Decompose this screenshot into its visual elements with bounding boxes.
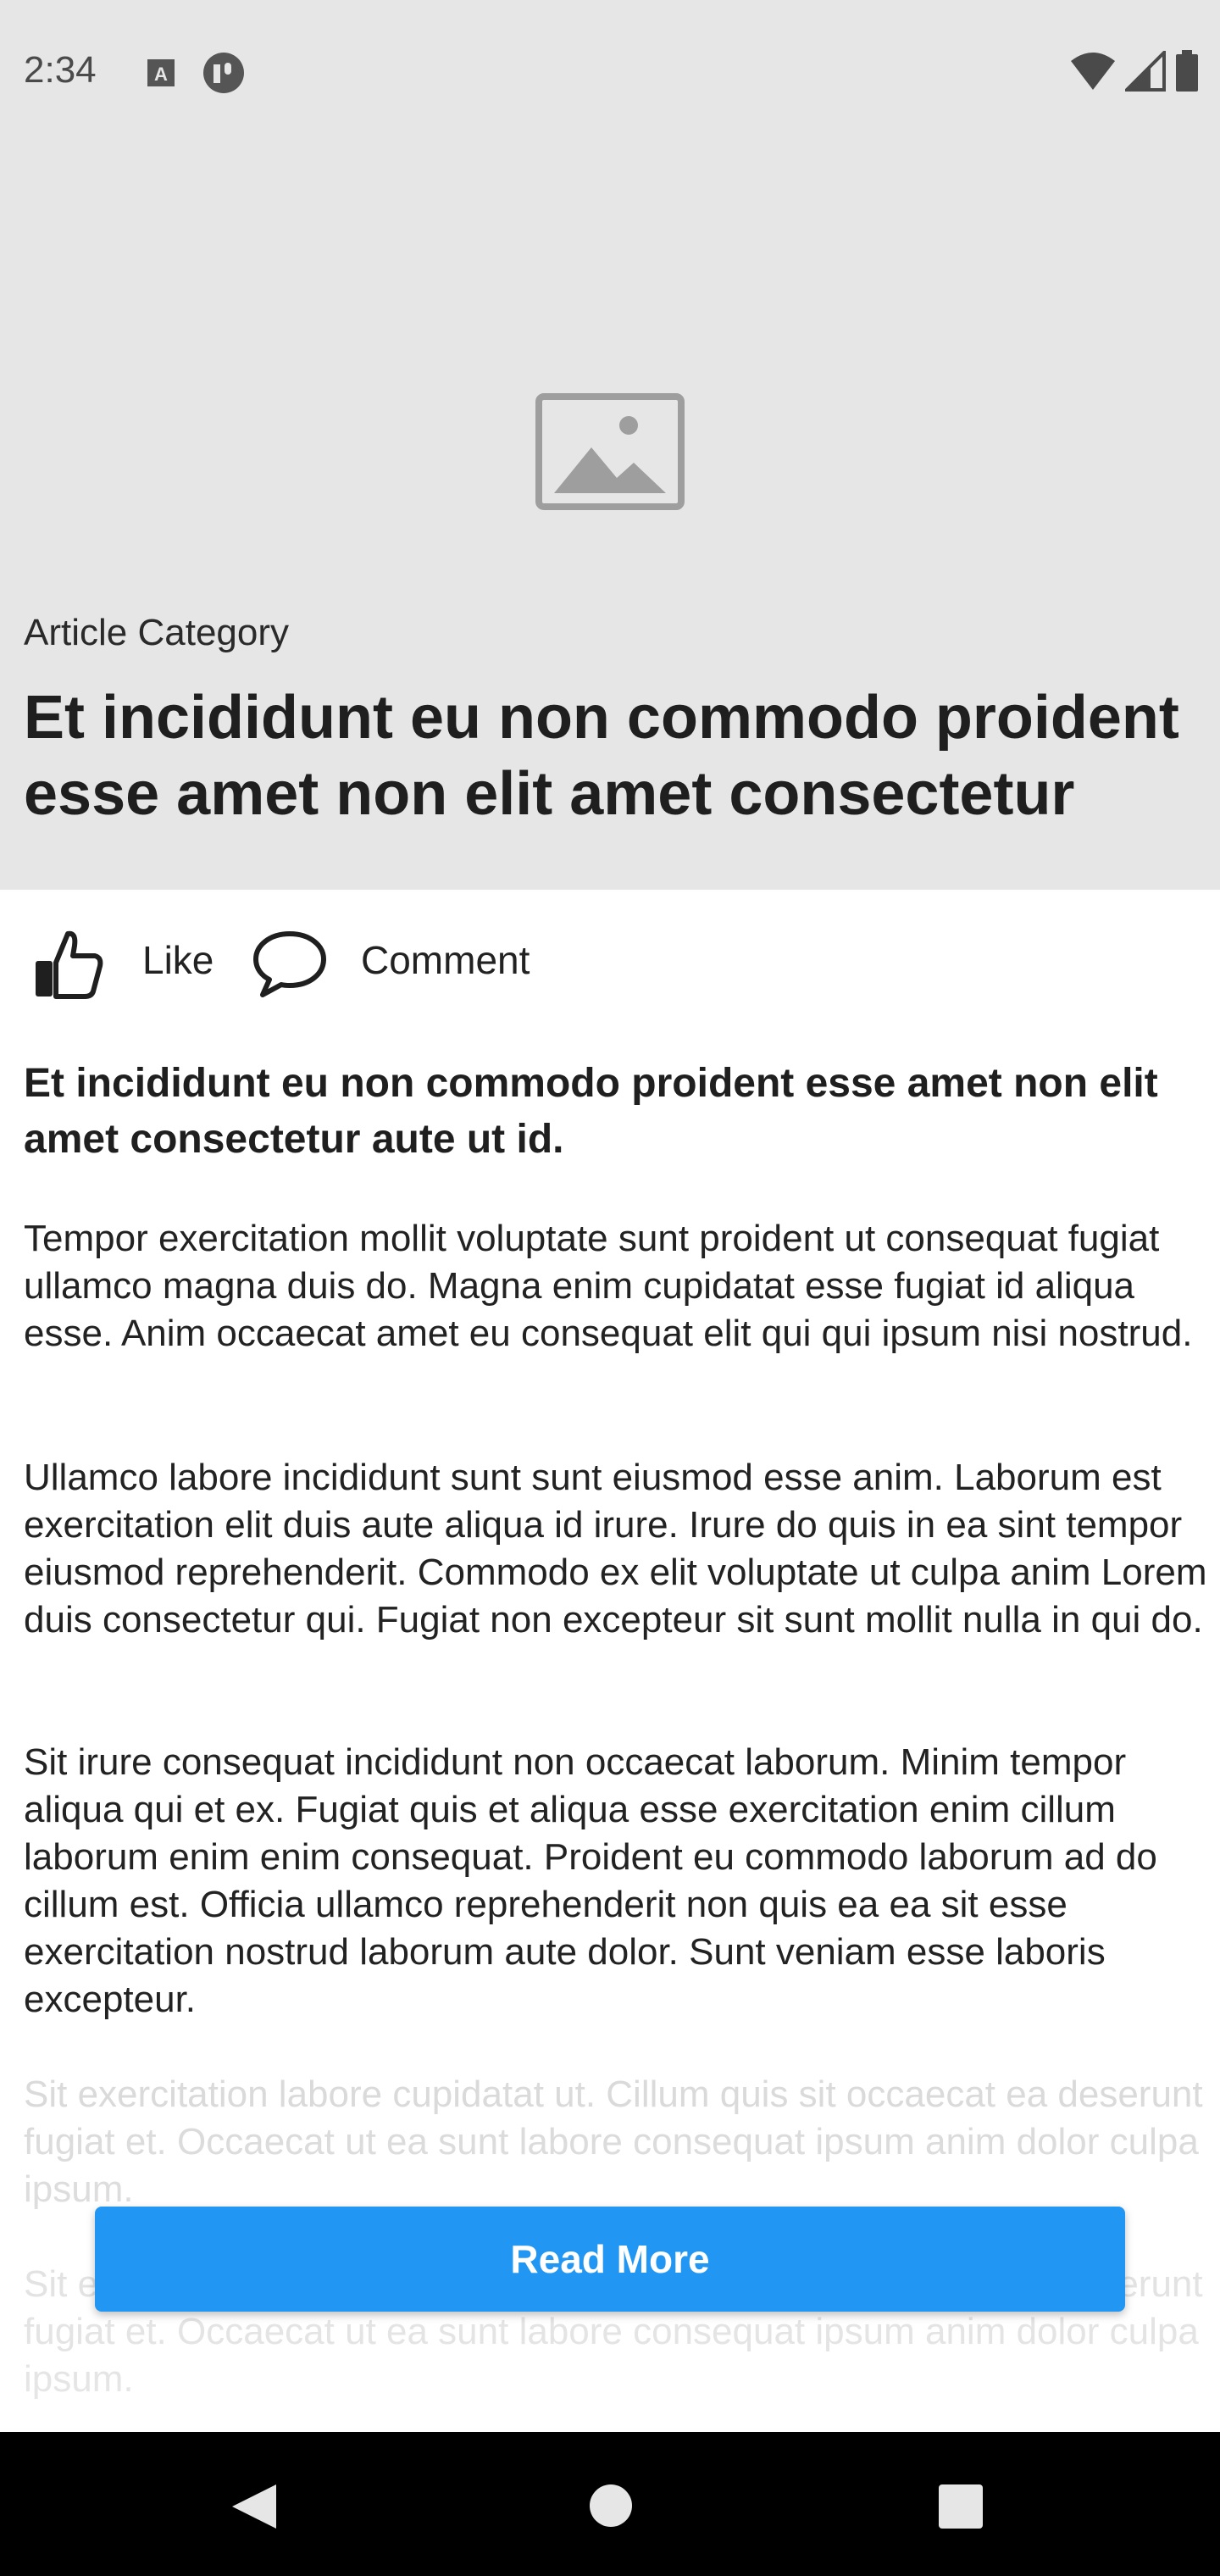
like-button[interactable]: Like bbox=[142, 937, 214, 983]
wifi-icon bbox=[1069, 51, 1117, 96]
status-bar: 2:34 A bbox=[0, 0, 1220, 144]
status-icons bbox=[1069, 47, 1200, 97]
status-time: 2:34 bbox=[24, 49, 97, 91]
comment-icon[interactable] bbox=[251, 929, 329, 1000]
home-icon[interactable] bbox=[588, 2483, 634, 2529]
read-more-button[interactable]: Read More bbox=[95, 2207, 1125, 2312]
thumbs-up-icon[interactable] bbox=[30, 927, 105, 1002]
svg-text:A: A bbox=[154, 64, 168, 85]
font-icon: A bbox=[144, 54, 181, 92]
cell-signal-icon bbox=[1123, 47, 1166, 96]
recents-icon[interactable] bbox=[937, 2483, 984, 2530]
battery-icon bbox=[1174, 49, 1200, 97]
article-paragraph: Tempor exercitation mollit voluptate sun… bbox=[24, 1218, 1193, 1354]
article-paragraph: Ullamco labore incididunt sunt sunt eius… bbox=[24, 1457, 1207, 1641]
article-category: Article Category bbox=[24, 612, 290, 653]
notification-app-icon bbox=[202, 51, 246, 95]
image-placeholder-icon bbox=[535, 393, 685, 510]
comment-button[interactable]: Comment bbox=[361, 937, 530, 983]
article-paragraph-faded: Sit exercitation labore cupidatat ut. Ci… bbox=[24, 2074, 1203, 2210]
article-paragraph: Sit irure consequat incididunt non occae… bbox=[24, 1741, 1157, 2020]
back-icon[interactable] bbox=[227, 2481, 281, 2532]
article-title: Et incididunt eu non commodo proident es… bbox=[24, 684, 1179, 828]
article-lead: Et incididunt eu non commodo proident es… bbox=[24, 1061, 1158, 1162]
article-header: 2:34 A Article Category Et incididunt eu… bbox=[0, 0, 1220, 890]
